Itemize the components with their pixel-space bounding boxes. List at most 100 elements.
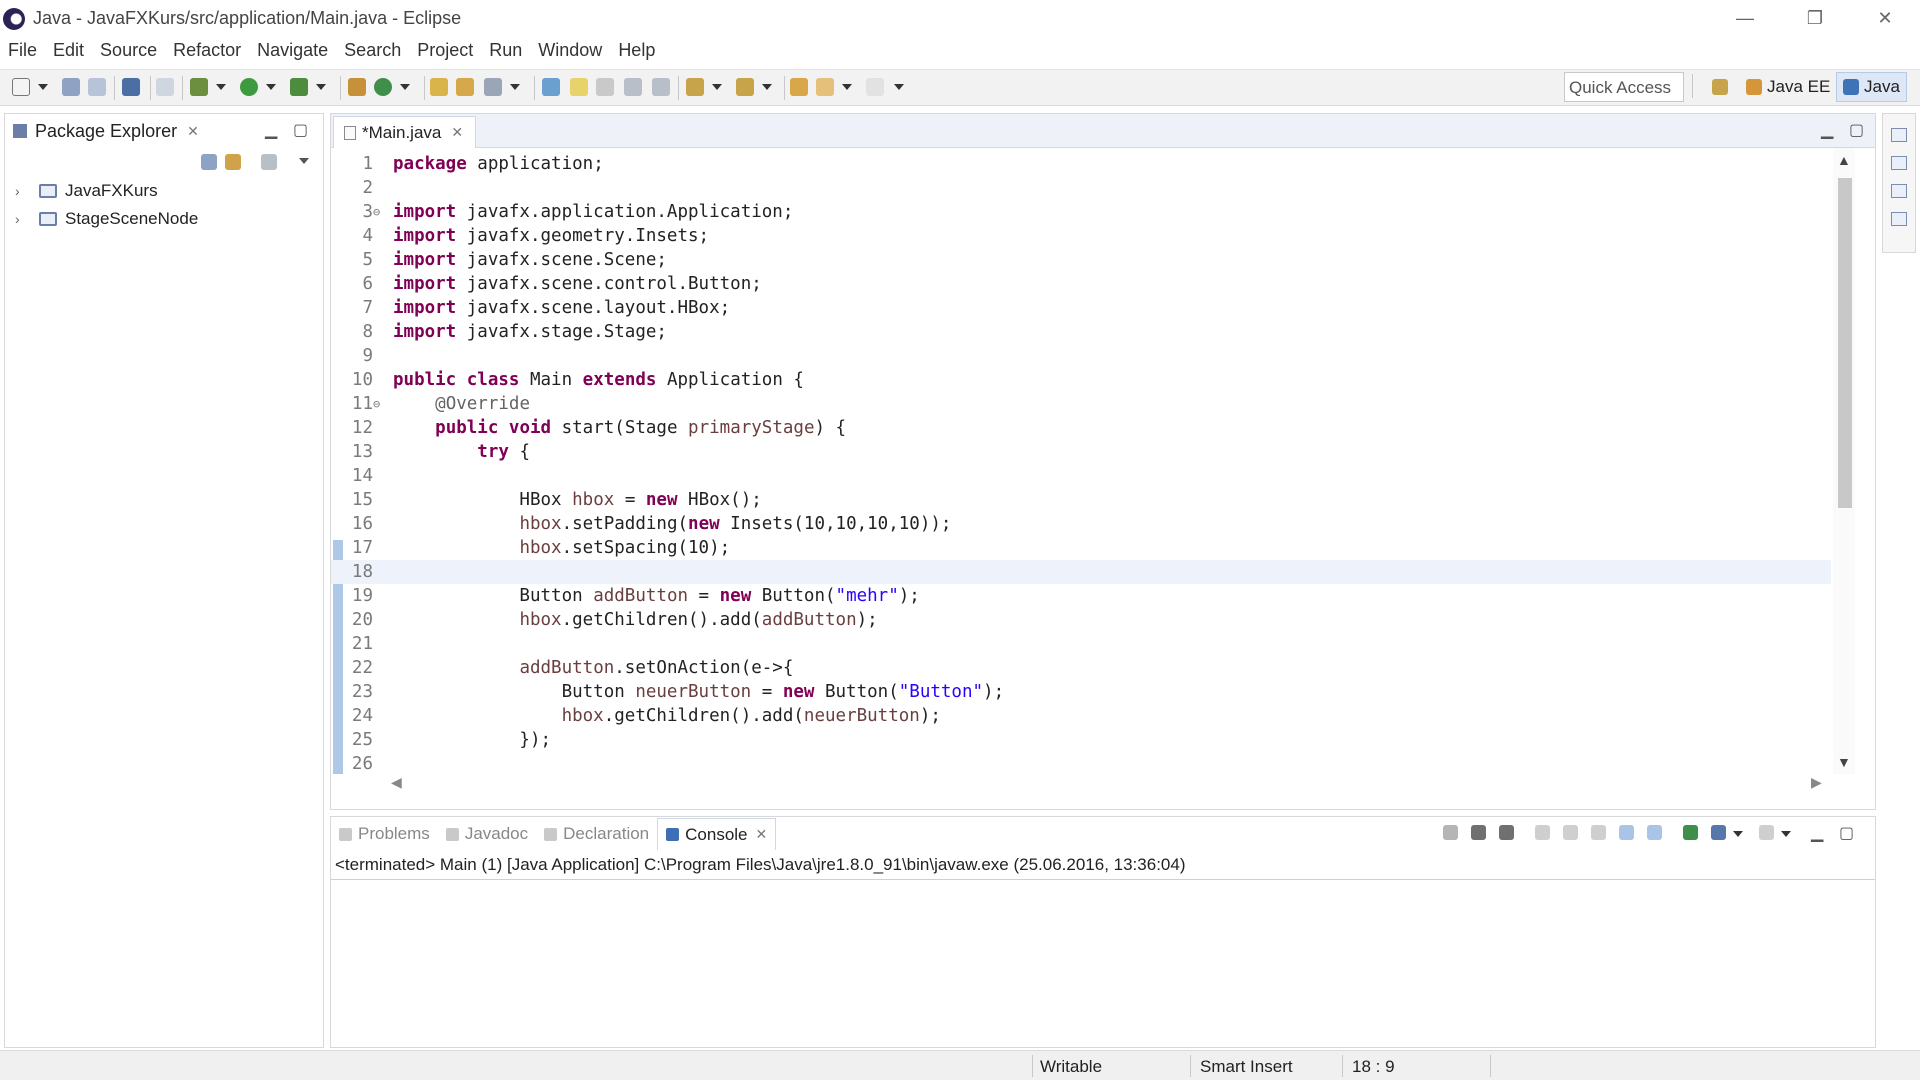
clear-console-icon[interactable] [1535,825,1550,840]
code-line[interactable]: 17 hbox.setSpacing(10); [331,536,1831,560]
menu-run[interactable]: Run [481,40,530,61]
view-menu-icon[interactable] [299,158,309,164]
vertical-scrollbar[interactable]: ▲ ▼ [1833,148,1855,774]
open-type-icon[interactable] [430,78,448,96]
maximize-view-icon[interactable]: ▢ [293,120,308,140]
close-icon[interactable]: ✕ [451,124,463,141]
code-line[interactable]: 1 package application; [331,152,1831,176]
scrollbar-thumb[interactable] [1838,178,1852,508]
quick-access-input[interactable]: Quick Access [1564,72,1684,102]
skip-breakpoints-icon[interactable] [156,78,174,96]
code-text-area[interactable]: 1 package application; 2 3 ⊖ import javafx.ap… [331,148,1835,774]
scroll-right-icon[interactable]: ▶ [1811,774,1822,791]
code-line[interactable]: 3 ⊖ import javafx.application.Application; [331,200,1831,224]
focus-on-active-task-icon[interactable] [261,154,277,170]
code-line[interactable]: 23 Button neuerButton = new Button("Butt… [331,680,1831,704]
word-wrap-icon[interactable] [1591,825,1606,840]
coverage-dropdown-icon[interactable] [316,84,326,90]
forward-icon[interactable] [866,78,884,96]
scroll-up-icon[interactable]: ▲ [1837,152,1851,168]
tab-javadoc[interactable]: Javadoc [438,818,536,850]
open-console-icon[interactable] [1759,825,1774,840]
open-task-icon[interactable] [456,78,474,96]
perspective-java[interactable]: Java [1836,72,1907,102]
chevron-right-icon[interactable]: › [15,183,29,199]
code-line[interactable]: 25 }); [331,728,1831,752]
menu-refactor[interactable]: Refactor [165,40,249,61]
code-line[interactable]: 22 addButton.setOnAction(e->{ [331,656,1831,680]
menu-file[interactable]: File [0,40,45,61]
restore-view-icon[interactable] [1891,128,1907,142]
code-line[interactable]: 10 public class Main extends Application … [331,368,1831,392]
new-java-class-icon[interactable] [374,78,392,96]
new-java-package-icon[interactable] [348,78,366,96]
code-line[interactable]: 4 import javafx.geometry.Insets; [331,224,1831,248]
restore-button[interactable]: ❐ [1780,0,1850,37]
debug-icon[interactable] [190,78,208,96]
open-console-icon[interactable] [122,78,140,96]
task-list-icon[interactable] [1891,156,1907,170]
close-icon[interactable]: ✕ [756,826,768,843]
code-line[interactable]: 16 hbox.setPadding(new Insets(10,10,10,1… [331,512,1831,536]
code-line[interactable]: 8 import javafx.stage.Stage; [331,320,1831,344]
link-with-editor-icon[interactable] [225,154,241,170]
pin-console-icon[interactable] [1683,825,1698,840]
menu-source[interactable]: Source [92,40,165,61]
open-console-dropdown-icon[interactable] [1781,831,1791,837]
maximize-view-icon[interactable]: ▢ [1849,120,1864,140]
code-line[interactable]: 15 HBox hbox = new HBox(); [331,488,1831,512]
code-line[interactable]: 18 [331,560,1831,584]
back-icon[interactable] [816,78,834,96]
chevron-right-icon[interactable]: › [15,211,29,227]
new-file-icon[interactable] [12,78,30,96]
menu-help[interactable]: Help [610,40,663,61]
code-line[interactable]: 2 [331,176,1831,200]
restore-view-icon[interactable] [1891,184,1907,198]
last-edit-location-icon[interactable] [790,78,808,96]
coverage-icon[interactable] [290,78,308,96]
remove-all-terminated-icon[interactable] [1499,825,1514,840]
horizontal-scrollbar[interactable]: ◀ ▶ [391,774,1831,794]
scroll-lock-icon[interactable] [1563,825,1578,840]
menu-project[interactable]: Project [409,40,481,61]
back-dropdown-icon[interactable] [842,84,852,90]
menu-navigate[interactable]: Navigate [249,40,336,61]
forward-dropdown-icon[interactable] [894,84,904,90]
fold-toggle-icon[interactable]: ⊖ [373,397,383,411]
open-perspective-button[interactable] [1706,72,1739,102]
save-icon[interactable] [62,78,80,96]
previous-annotation-dropdown-icon[interactable] [762,84,772,90]
run-dropdown-icon[interactable] [266,84,276,90]
minimize-view-icon[interactable]: ▁ [1811,823,1823,843]
code-line[interactable]: 26 [331,752,1831,774]
code-line[interactable]: 5 import javafx.scene.Scene; [331,248,1831,272]
code-line[interactable]: 12 public void start(Stage primaryStage)… [331,416,1831,440]
code-line[interactable]: 19 Button addButton = new Button("mehr")… [331,584,1831,608]
next-annotation-dropdown-icon[interactable] [712,84,722,90]
show-console-on-error-icon[interactable] [1647,825,1662,840]
project-tree-item[interactable]: › JavaFXKurs [15,179,158,203]
new-dropdown-icon[interactable] [38,84,48,90]
next-annotation-icon[interactable] [686,78,704,96]
collapse-all-icon[interactable] [201,154,217,170]
code-line[interactable]: 9 [331,344,1831,368]
tab-console[interactable]: Console ✕ [657,818,777,850]
code-line[interactable]: 13 try { [331,440,1831,464]
code-line[interactable]: 7 import javafx.scene.layout.HBox; [331,296,1831,320]
perspective-java-ee[interactable]: Java EE [1740,72,1836,102]
fold-toggle-icon[interactable]: ⊖ [373,205,383,219]
minimize-view-icon[interactable]: ▁ [1821,120,1833,140]
remove-launch-icon[interactable] [1471,825,1486,840]
package-explorer-tab[interactable]: Package Explorer ✕ [5,114,205,148]
word-wrap-icon[interactable] [596,78,614,96]
show-console-on-output-icon[interactable] [1619,825,1634,840]
code-line[interactable]: 11 ⊖ @Override [331,392,1831,416]
search-icon[interactable] [484,78,502,96]
editor-tab-main-java[interactable]: *Main.java ✕ [333,116,477,148]
save-all-icon[interactable] [88,78,106,96]
console-dropdown-icon[interactable] [1733,831,1743,837]
run-icon[interactable] [240,78,258,96]
code-line[interactable]: 14 [331,464,1831,488]
previous-annotation-icon[interactable] [736,78,754,96]
mark-occurrences-icon[interactable] [570,78,588,96]
